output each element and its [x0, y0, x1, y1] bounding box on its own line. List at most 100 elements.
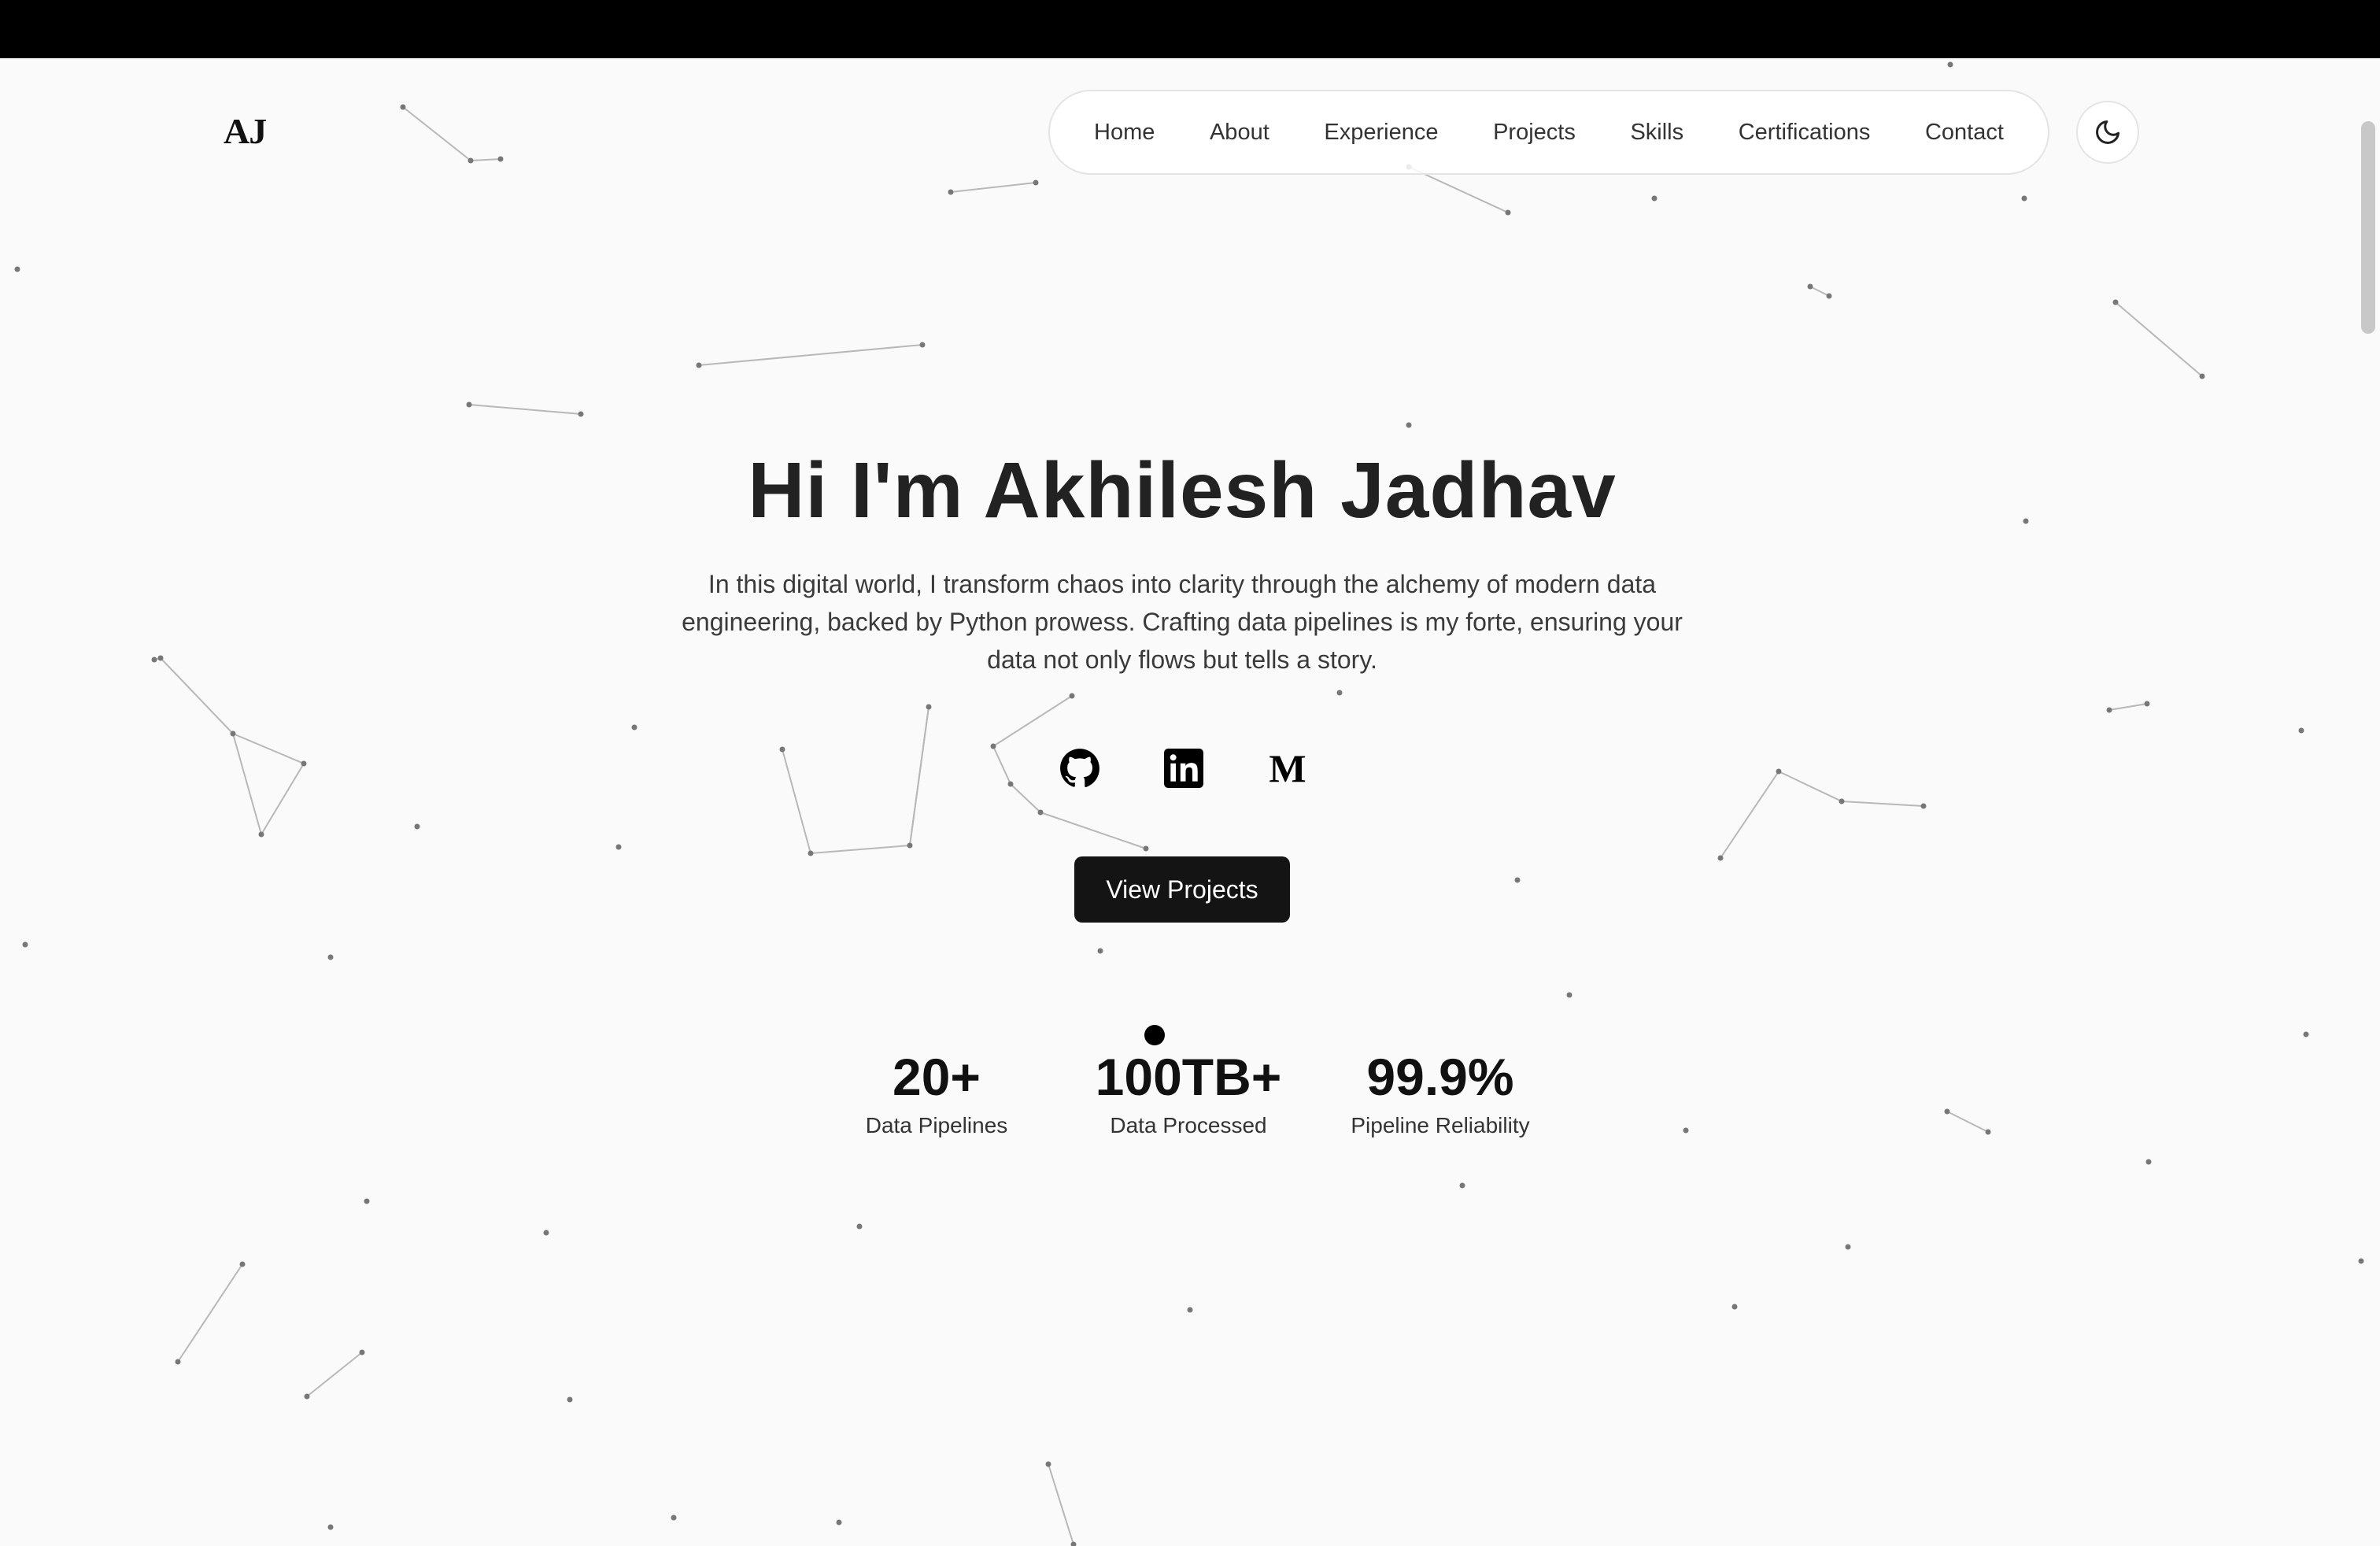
- linkedin-link[interactable]: [1162, 746, 1206, 790]
- stat-pipeline-reliability: 99.9% Pipeline Reliability: [1322, 1045, 1558, 1156]
- particle-dot: [696, 362, 702, 368]
- theme-toggle-button[interactable]: [2076, 101, 2139, 164]
- particle-link: [1040, 812, 1147, 849]
- particle-dot: [1839, 798, 1845, 804]
- particle-link: [160, 657, 234, 734]
- github-link[interactable]: [1058, 746, 1102, 790]
- stat-label: Data Pipelines: [865, 1113, 1008, 1137]
- particle-dot: [1406, 422, 1412, 428]
- particle-link: [402, 106, 471, 161]
- particle-link: [261, 763, 305, 835]
- particle-dot: [1845, 1244, 1851, 1250]
- particle-dot: [1731, 1304, 1738, 1310]
- particle-link: [782, 749, 811, 854]
- particle-link: [1778, 771, 1842, 802]
- social-links: M: [1058, 745, 1310, 792]
- particle-dot: [304, 1393, 310, 1400]
- particle-dot: [327, 954, 334, 960]
- medium-icon[interactable]: M: [1266, 746, 1310, 790]
- moon-icon: [2096, 120, 2119, 144]
- hero-description: In this digital world, I transform chaos…: [682, 570, 1683, 674]
- particle-dot: [301, 760, 307, 767]
- particle-link: [1946, 1111, 1989, 1133]
- particle-dot: [1459, 1182, 1465, 1189]
- stat-value: 20+: [893, 1048, 981, 1106]
- particle-dot: [1947, 61, 1953, 68]
- particle-link: [1809, 286, 1830, 297]
- stat-data-pipelines: 20+ Data Pipelines: [819, 1045, 1055, 1156]
- particle-dot: [2145, 1159, 2152, 1165]
- scrollbar-thumb[interactable]: [2361, 121, 2375, 334]
- particle-link: [810, 845, 911, 854]
- particle-dot: [1143, 845, 1149, 852]
- nav-experience[interactable]: Experience: [1324, 120, 1438, 146]
- github-icon: [1060, 749, 1099, 787]
- particle-dot: [1944, 1108, 1950, 1115]
- particle-dot: [578, 411, 584, 417]
- particle-dot: [779, 746, 785, 753]
- particle-dot: [364, 1198, 370, 1204]
- particle-dot: [1007, 781, 1014, 787]
- particle-link: [468, 404, 582, 415]
- nav-projects[interactable]: Projects: [1493, 120, 1576, 146]
- particle-dot: [1985, 1129, 1991, 1135]
- main-nav: Home About Experience Projects Skills Ce…: [1048, 90, 2049, 175]
- site-logo[interactable]: AJ: [224, 110, 267, 152]
- particle-link: [1010, 783, 1041, 813]
- particle-dot: [1514, 877, 1521, 883]
- nav-home[interactable]: Home: [1094, 120, 1155, 146]
- nav-skills[interactable]: Skills: [1630, 120, 1683, 146]
- particle-dot: [907, 842, 913, 849]
- particle-dot: [567, 1396, 573, 1403]
- particle-dot: [1336, 690, 1343, 696]
- stat-value: 99.9%: [1366, 1048, 1514, 1106]
- nav-contact[interactable]: Contact: [1925, 120, 2004, 146]
- particle-dot: [1566, 992, 1572, 998]
- particle-dot: [1826, 293, 1832, 299]
- particle-dot: [468, 157, 474, 164]
- particle-dot: [175, 1359, 181, 1365]
- particle-dot: [1045, 1461, 1051, 1467]
- particle-dot: [22, 941, 28, 948]
- particle-dot: [2106, 707, 2112, 713]
- view-projects-button[interactable]: View Projects: [1074, 856, 1290, 923]
- particle-link: [470, 158, 501, 161]
- particle-dot: [2021, 195, 2027, 202]
- particle-dot: [2199, 373, 2205, 379]
- particle-dot: [543, 1230, 549, 1236]
- stat-label: Data Processed: [1110, 1113, 1267, 1137]
- particle-dot: [327, 1524, 334, 1530]
- particle-dot: [1505, 209, 1511, 216]
- particle-dot: [631, 724, 638, 730]
- nav-certifications[interactable]: Certifications: [1739, 120, 1871, 146]
- particle-dot: [2303, 1031, 2309, 1037]
- hero-title: Hi I'm Akhilesh Jadhav: [748, 446, 1617, 534]
- particle-dot: [836, 1519, 842, 1526]
- particle-link: [232, 733, 262, 835]
- particle-dot: [919, 342, 926, 348]
- particle-link: [992, 745, 1011, 785]
- particle-dot: [239, 1261, 246, 1267]
- stat-label: Pipeline Reliability: [1351, 1113, 1530, 1137]
- stat-data-processed: 100TB+ Data Processed: [1070, 1045, 1306, 1156]
- particle-dot: [1187, 1307, 1193, 1313]
- cursor-dot: [1144, 1025, 1165, 1045]
- particle-dot: [258, 831, 264, 838]
- stat-value: 100TB+: [1095, 1048, 1282, 1106]
- nav-about[interactable]: About: [1210, 120, 1269, 146]
- scrollbar[interactable]: [2356, 58, 2380, 1546]
- particle-dot: [1097, 948, 1103, 954]
- particle-link: [2115, 301, 2203, 377]
- particle-dot: [157, 655, 164, 661]
- particle-link: [909, 706, 929, 846]
- particle-dot: [14, 266, 20, 272]
- particle-dot: [1037, 809, 1044, 816]
- particle-background: [14, 61, 2364, 1546]
- particle-link: [1841, 801, 1924, 807]
- particle-dot: [466, 401, 472, 408]
- browser-top-bar: [0, 0, 2380, 58]
- particle-dot: [1683, 1127, 1689, 1134]
- particle-link: [698, 344, 923, 366]
- particle-dot: [1717, 855, 1724, 861]
- particle-dot: [1776, 768, 1782, 775]
